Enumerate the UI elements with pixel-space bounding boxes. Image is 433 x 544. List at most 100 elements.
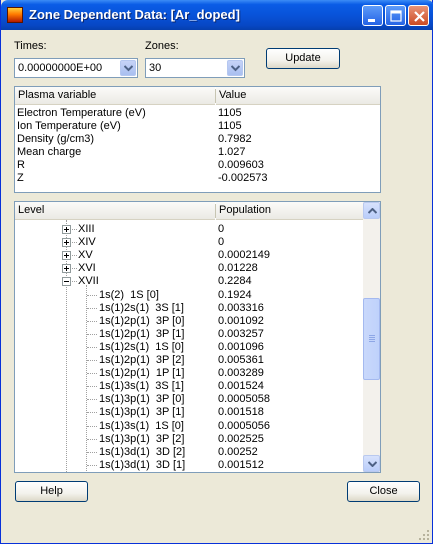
level-label: 1s(1)3d(1) 3D [2] [99, 445, 186, 458]
population-value: 0.002525 [218, 432, 264, 445]
column-header-plasma-variable[interactable]: Plasma variable [15, 87, 215, 105]
times-select[interactable]: 0.00000000E+00 [14, 58, 138, 78]
level-label: 1s(1)2p(1) 3P [0] [99, 314, 185, 327]
tree-line [87, 464, 97, 466]
level-label: 1s(2) 1S [0] [99, 288, 159, 301]
tree-line [87, 307, 97, 309]
tree-line [87, 320, 97, 322]
chevron-down-icon [231, 65, 240, 72]
vertical-scrollbar[interactable] [363, 202, 380, 472]
tree-leaf-row[interactable]: 1s(1)2p(1) 3P [0] 0.001092 [15, 315, 365, 328]
column-header-value[interactable]: Value [216, 87, 380, 105]
chevron-down-icon [368, 461, 377, 467]
population-value: 0.001518 [218, 406, 264, 419]
tree-leaf-row[interactable]: 1s(1)2p(1) 3P [1] 0.003257 [15, 328, 365, 341]
level-label: 1s(1)2p(1) 3P [2] [99, 354, 185, 366]
expand-icon[interactable] [62, 225, 71, 234]
population-value: 0 [218, 236, 225, 249]
tree-line [87, 438, 97, 440]
tree-leaf-row[interactable]: 1s(1)3s(1) 1S [0] 0.0005056 [15, 420, 365, 433]
plasma-variable-cell: R [17, 159, 25, 171]
expand-icon[interactable] [62, 264, 71, 274]
minimize-icon [368, 19, 375, 22]
population-value: 0 [218, 223, 225, 235]
zones-select[interactable]: 30 [145, 58, 245, 78]
tree-leaf-row[interactable]: 1s(1)2s(1) 1S [0] 0.001096 [15, 341, 365, 354]
window-title: Zone Dependent Data: [Ar_doped] [29, 7, 240, 22]
population-value: 0.01228 [218, 262, 258, 275]
tree-node-row[interactable]: XIV 0 [15, 236, 365, 249]
tree-line [87, 451, 97, 453]
tree-line [87, 386, 97, 388]
minimize-button[interactable] [362, 5, 383, 26]
dialog-window: Zone Dependent Data: [Ar_doped] Times: 0… [0, 0, 433, 544]
resize-grip-icon[interactable] [418, 529, 430, 541]
level-label: 1s(1)3s(1) 1S [0] [99, 419, 184, 432]
population-value: 0.0005056 [218, 419, 270, 432]
title-bar[interactable]: Zone Dependent Data: [Ar_doped] [1, 0, 433, 30]
plasma-variable-cell: Electron Temperature (eV) [17, 107, 146, 119]
population-value: 0.0005058 [218, 393, 270, 406]
tree-leaf-row[interactable]: 1s(1)3p(1) 3P [2] 0.002525 [15, 433, 365, 446]
expand-icon[interactable] [62, 238, 71, 248]
expand-icon[interactable] [62, 251, 71, 261]
collapse-icon[interactable] [62, 277, 71, 287]
tree-leaf-row[interactable]: 1s(1)2p(1) 1P [1] 0.003289 [15, 367, 365, 380]
population-value: 0.0002149 [218, 249, 270, 262]
close-icon [414, 11, 425, 22]
tree-leaf-row[interactable]: 1s(2) 1S [0] 0.1924 [15, 289, 365, 302]
level-label: 1s(1)2s(1) 3S [1] [99, 301, 184, 314]
chevron-up-icon [368, 208, 377, 214]
close-button[interactable]: Close [347, 481, 420, 502]
tree-node-row[interactable]: XVI 0.01228 [15, 262, 365, 275]
level-label: 1s(1)2p(1) 3P [1] [99, 327, 185, 340]
scroll-down-button[interactable] [363, 455, 380, 472]
tree-leaf-row[interactable]: 1s(1)2p(1) 3P [2] 0.005361 [15, 354, 365, 367]
close-window-button[interactable] [408, 5, 429, 26]
chevron-down-icon [124, 65, 133, 72]
level-label: 1s(1)3p(1) 3P [2] [99, 432, 185, 445]
plasma-value-cell: 0.009603 [218, 159, 264, 171]
population-value: 0.1924 [218, 288, 252, 301]
level-label: 1s(1)2s(1) 1S [0] [99, 340, 184, 353]
tree-line [87, 294, 97, 296]
population-value: 0.2284 [218, 275, 252, 288]
tree-leaf-row[interactable]: 1s(1)3s(1) 3S [1] 0.001524 [15, 380, 365, 393]
plasma-value-cell: -0.002573 [218, 172, 268, 184]
scroll-thumb[interactable] [363, 298, 380, 380]
population-value: 0.001524 [218, 380, 264, 393]
update-button[interactable]: Update [266, 48, 340, 69]
tree-leaf-row[interactable]: 1s(1)3d(1) 3D [1] 0.001512 [15, 459, 365, 472]
maximize-icon [390, 10, 402, 22]
plasma-variable-cell: Density (g/cm3) [17, 133, 95, 145]
scroll-up-button[interactable] [363, 202, 380, 219]
tree-leaf-row[interactable]: 1s(1)3p(1) 3P [1] 0.001518 [15, 406, 365, 419]
maximize-button[interactable] [385, 5, 406, 26]
zones-label: Zones: [145, 40, 179, 52]
tree-leaf-row[interactable]: 1s(1)2s(1) 3S [1] 0.003316 [15, 302, 365, 315]
tree-node-row[interactable]: XIII 0 [15, 223, 365, 236]
plasma-table: Plasma variable Value Electron Temperatu… [14, 86, 381, 193]
level-label: XV [78, 249, 93, 262]
plasma-value-cell: 0.7982 [218, 133, 252, 145]
times-dropdown-button[interactable] [120, 60, 136, 76]
tree-node-row[interactable]: XV 0.0002149 [15, 249, 365, 262]
app-icon [7, 7, 23, 23]
help-button[interactable]: Help [15, 481, 88, 502]
tree-leaf-row[interactable]: 1s(1)3d(1) 3D [2] 0.00252 [15, 446, 365, 459]
level-label: XVII [78, 275, 99, 288]
plasma-variable-cell: Z [17, 172, 24, 184]
tree-line [87, 412, 97, 414]
level-label: XVI [78, 262, 96, 275]
plasma-variable-cell: Ion Temperature (eV) [17, 120, 121, 132]
times-value: 0.00000000E+00 [18, 62, 103, 74]
level-tree-table: Level Population XIII 0 XIV 0 XV 0.0002149 XVI… [14, 201, 381, 473]
tree-line [87, 346, 97, 348]
tree-node-row[interactable]: XVII 0.2284 [15, 275, 365, 288]
population-value: 0.003316 [218, 301, 264, 314]
tree-leaf-row[interactable]: 1s(1)3p(1) 3P [0] 0.0005058 [15, 393, 365, 406]
plasma-value-cell: 1105 [218, 107, 242, 119]
zones-dropdown-button[interactable] [227, 60, 243, 76]
level-label: XIV [78, 236, 96, 249]
population-value: 0.001092 [218, 314, 264, 327]
